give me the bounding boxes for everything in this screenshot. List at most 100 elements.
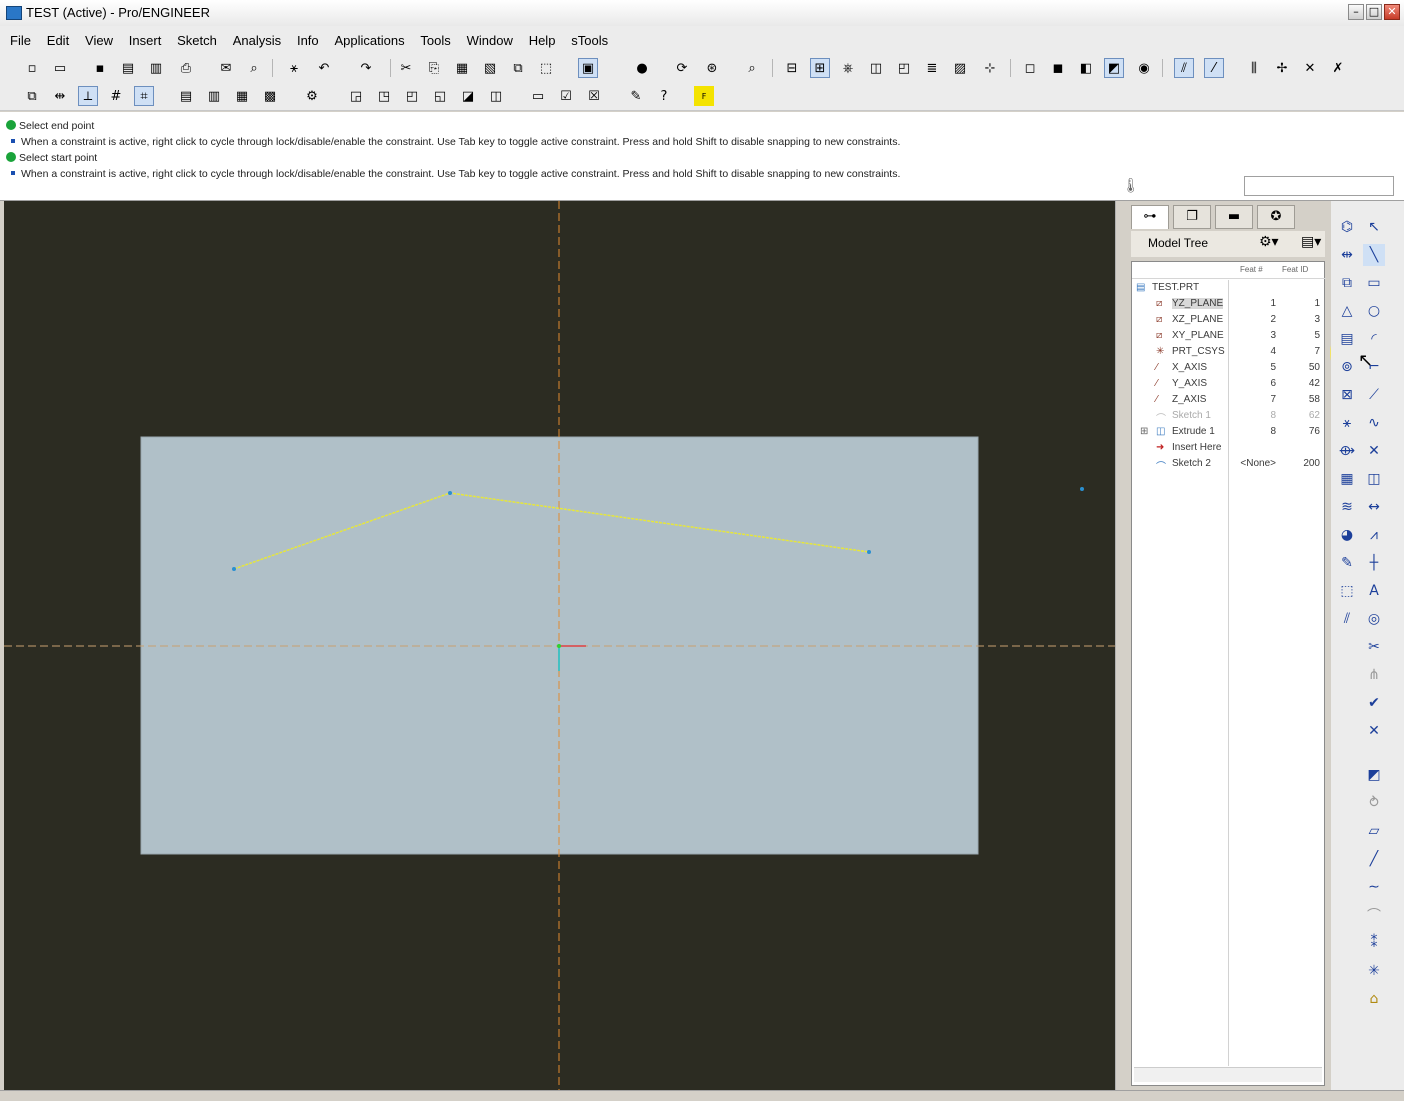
csys-create-tool-icon[interactable]: ✳	[1363, 960, 1385, 982]
zoom-icon[interactable]: ⌕	[742, 58, 762, 78]
sketch-view-icon[interactable]: ▣	[578, 58, 598, 78]
reference-tool-icon[interactable]: ⬚	[1336, 580, 1358, 602]
shading-icon[interactable]: ●	[632, 58, 652, 78]
highlight-open-icon[interactable]: ▥	[204, 86, 224, 106]
csys-tool-icon[interactable]: ⚹	[1336, 412, 1358, 434]
mirror-icon[interactable]: ⧉	[508, 58, 528, 78]
palette-shapes-icon[interactable]: ◎	[1363, 608, 1385, 630]
trim-tool-icon[interactable]: ✂	[1363, 636, 1385, 658]
arc-tool-icon[interactable]: ◜	[1363, 328, 1385, 350]
thermometer-icon[interactable]: 🌡	[1122, 178, 1140, 194]
tree-item[interactable]: ✳ PRT_CSYS 4 7	[1132, 346, 1326, 362]
analysis-feature-icon[interactable]: ⌂	[1363, 988, 1385, 1010]
mesh-tool-icon[interactable]: ▦	[1336, 468, 1358, 490]
enhanced-realism-icon[interactable]: ◉	[1134, 58, 1154, 78]
menu-analysis[interactable]: Analysis	[233, 33, 281, 48]
relations-icon[interactable]: ⚹	[284, 58, 304, 78]
backup-icon[interactable]: ▥	[146, 58, 166, 78]
menu-help[interactable]: Help	[529, 33, 556, 48]
chamfer-tool-icon[interactable]: ⟋	[1363, 384, 1385, 406]
done-icon[interactable]: ✔	[1363, 692, 1385, 714]
menu-tools[interactable]: Tools	[420, 33, 450, 48]
tree-horizontal-scrollbar[interactable]	[1134, 1067, 1322, 1082]
tree-item[interactable]: ⧄ XY_PLANE 3 5	[1132, 330, 1326, 346]
axis-tool-icon[interactable]: ⊠	[1336, 384, 1358, 406]
tree-item[interactable]: ➜ Insert Here	[1132, 442, 1326, 458]
appearance-tool-icon[interactable]: ◕	[1336, 524, 1358, 546]
line-tool-icon[interactable]: ╲	[1363, 244, 1385, 266]
tree-item[interactable]: ⧄ XZ_PLANE 2 3	[1132, 314, 1326, 330]
use-edge-tool-icon[interactable]: ◫	[1363, 468, 1385, 490]
tab-layers[interactable]: ❐	[1173, 205, 1211, 229]
vertex-display-icon[interactable]: ⌗	[134, 86, 154, 106]
menu-stools[interactable]: sTools	[571, 33, 608, 48]
tree-item[interactable]: ⁄ Y_AXIS 6 42	[1132, 378, 1326, 394]
tree-settings-icon[interactable]: ▤▾	[1301, 234, 1321, 250]
menu-view[interactable]: View	[85, 33, 113, 48]
wireframe-icon[interactable]: ◻	[1020, 58, 1040, 78]
tab-folder-browser[interactable]: ▬	[1215, 205, 1253, 229]
window-icon[interactable]: ▭	[528, 86, 548, 106]
window-activate-icon[interactable]: ☑	[556, 86, 576, 106]
paste-special-icon[interactable]: ▧	[480, 58, 500, 78]
rectangle-tool-icon[interactable]: ▭	[1363, 272, 1385, 294]
feature-icon-1[interactable]: ◲	[346, 86, 366, 106]
expand-icon[interactable]: ⊞	[1140, 426, 1148, 437]
sketch-setup-icon[interactable]: ⧉	[22, 86, 42, 106]
tree-item[interactable]: ⌒ Sketch 2 <None> 200	[1132, 458, 1326, 474]
menu-info[interactable]: Info	[297, 33, 319, 48]
select-tool-icon[interactable]: ↖	[1363, 216, 1385, 238]
shade-closed-icon[interactable]: ▩	[260, 86, 280, 106]
feature-icon-3[interactable]: ◰	[402, 86, 422, 106]
open-icon[interactable]: ▭	[50, 58, 70, 78]
zoom-out-icon[interactable]: ⊟	[782, 58, 802, 78]
copy-icon[interactable]: ⎘	[424, 58, 444, 78]
datum-axes-icon[interactable]: ⁄	[1204, 58, 1224, 78]
new-icon[interactable]: ▫	[22, 58, 42, 78]
whats-this-icon[interactable]: ?	[654, 86, 674, 106]
shaded-icon[interactable]: ◩	[1104, 58, 1124, 78]
diagnose-icon[interactable]: ▤	[176, 86, 196, 106]
spline-tool-icon[interactable]: ∿	[1363, 412, 1385, 434]
print-icon[interactable]: ⎙	[176, 58, 196, 78]
feature-icon-5[interactable]: ◪	[458, 86, 478, 106]
datum-point-tool-icon[interactable]: ⁑	[1363, 932, 1385, 954]
menu-edit[interactable]: Edit	[47, 33, 69, 48]
datum-plane-tool-icon[interactable]: ▱	[1363, 820, 1385, 842]
feat-set-icon[interactable]: F	[694, 86, 714, 106]
tree-item[interactable]: ⁄ Z_AXIS 7 58	[1132, 394, 1326, 410]
spin-display-icon[interactable]: ✗	[1328, 58, 1348, 78]
revolve-tool-icon[interactable]: ⥁	[1363, 792, 1385, 814]
paste-icon[interactable]: ▦	[452, 58, 472, 78]
cancel-icon[interactable]: ✕	[1363, 720, 1385, 742]
plane-tool-icon[interactable]: ▤	[1336, 328, 1358, 350]
menu-file[interactable]: File	[10, 33, 31, 48]
window-close-icon[interactable]: ☒	[584, 86, 604, 106]
mirror-tool-icon[interactable]: ⋔	[1363, 664, 1385, 686]
cut-icon[interactable]: ✂	[396, 58, 416, 78]
datum-points-icon[interactable]: ⫼	[1244, 58, 1264, 78]
send-mail-icon[interactable]: ✉	[216, 58, 236, 78]
menu-applications[interactable]: Applications	[334, 33, 404, 48]
select-box-icon[interactable]: ⬚	[536, 58, 556, 78]
feature-icon-6[interactable]: ◫	[486, 86, 506, 106]
named-view-icon[interactable]: ⎈	[838, 58, 858, 78]
redo-icon[interactable]: ↷	[356, 58, 376, 78]
context-help-icon[interactable]: ✎	[626, 86, 646, 106]
constraint-tool-icon[interactable]: ┼	[1363, 552, 1385, 574]
layers-icon[interactable]: ≣	[922, 58, 942, 78]
curve-tool-icon[interactable]: ≋	[1336, 496, 1358, 518]
tab-favorites[interactable]: ✪	[1257, 205, 1295, 229]
point-tool-icon[interactable]: ✕	[1363, 440, 1385, 462]
repaint-icon[interactable]: ⟳	[672, 58, 692, 78]
tree-filters-icon[interactable]: ⚙▾	[1259, 234, 1279, 250]
appearance-icon[interactable]: ▨	[950, 58, 970, 78]
spin-center-icon[interactable]: ⊛	[702, 58, 722, 78]
overlap-icon[interactable]: ▦	[232, 86, 252, 106]
grid-display-icon[interactable]: #	[106, 86, 126, 106]
undo-icon[interactable]: ↶	[314, 58, 334, 78]
command-input[interactable]	[1244, 176, 1394, 196]
hidden-line-icon[interactable]: ◼	[1048, 58, 1068, 78]
preview-icon[interactable]: ⌕	[244, 58, 264, 78]
sketcher-diagnose-icon[interactable]: ⚙	[302, 86, 322, 106]
